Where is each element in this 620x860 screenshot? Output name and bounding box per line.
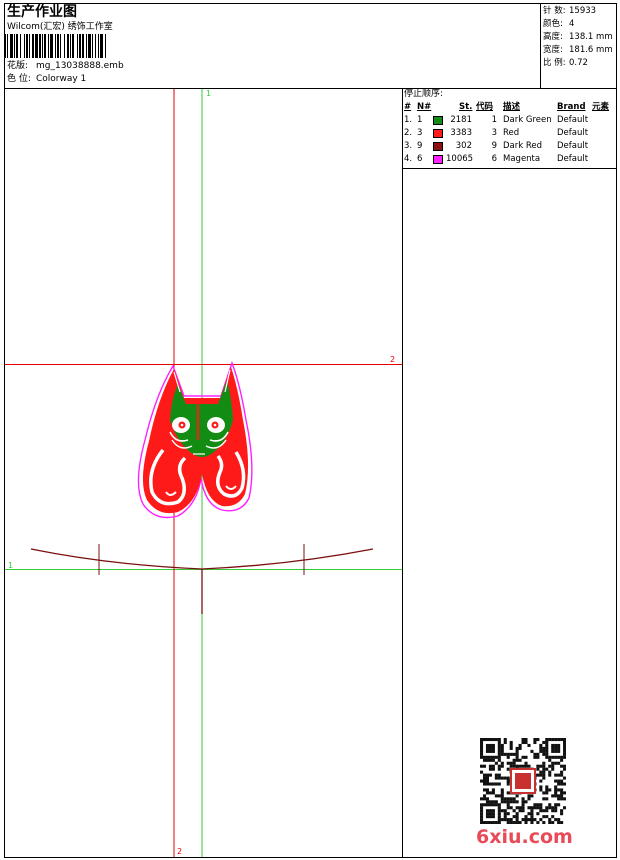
barcode <box>4 34 106 58</box>
scale-value: 0.72 <box>569 58 588 68</box>
row-n: 6 <box>417 154 423 164</box>
guide-label-green-top: 1 <box>206 89 212 98</box>
row-n: 3 <box>417 128 423 138</box>
table-row: 3. 9 302 9 Dark Red Default <box>402 140 617 152</box>
row-desc: Dark Green <box>503 115 552 125</box>
row-st: 10065 <box>446 154 474 164</box>
table-divider <box>402 168 617 169</box>
design-label: 花版: <box>7 61 29 71</box>
stop-sequence-title: 停止顺序: <box>404 89 444 99</box>
color-count-value: 4 <box>569 19 575 29</box>
col-n: N# <box>417 102 432 112</box>
width-label: 宽度: <box>543 45 563 55</box>
guide-label-green-left: 1 <box>8 561 14 570</box>
height-value: 138.1 mm <box>569 32 613 42</box>
color-count-label: 颜色: <box>543 19 563 29</box>
guide-label-red-right: 2 <box>390 355 396 364</box>
stats-divider <box>540 3 541 88</box>
row-brand: Default <box>557 141 589 151</box>
table-row: 2. 3 3383 3 Red Default <box>402 127 617 139</box>
col-element: 元素 <box>592 102 610 112</box>
row-desc: Magenta <box>503 154 541 164</box>
col-num: # <box>404 102 412 112</box>
table-row: 1. 1 2181 1 Dark Green Default <box>402 114 617 126</box>
height-label: 高度: <box>543 32 563 42</box>
width-value: 181.6 mm <box>569 45 613 55</box>
color-swatch <box>433 129 443 138</box>
stitch-count-value: 15933 <box>569 6 597 16</box>
stitch-count-label: 针 数: <box>543 6 566 16</box>
col-brand: Brand <box>557 102 586 112</box>
colorway-value: Colorway 1 <box>36 74 87 84</box>
row-st: 302 <box>455 141 472 151</box>
embroidery-design <box>137 360 253 519</box>
colorway-label: 色 位: <box>7 74 31 84</box>
row-num: 1. <box>404 115 413 125</box>
row-num: 3. <box>404 141 413 151</box>
row-num: 2. <box>404 128 413 138</box>
col-desc: 描述 <box>503 102 521 112</box>
row-code: 9 <box>491 141 497 151</box>
canvas-divider <box>402 88 403 858</box>
design-filename: mg_13038888.emb <box>36 61 124 71</box>
table-row: 4. 6 10065 6 Magenta Default <box>402 153 617 165</box>
row-n: 9 <box>417 141 423 151</box>
row-code: 3 <box>491 128 497 138</box>
row-code: 1 <box>491 115 497 125</box>
company-name: Wilcom(汇宏) 绣饰工作室 <box>7 22 113 32</box>
table-header: # N# St. 代码 描述 Brand 元素 <box>402 101 617 113</box>
guide-label-red-bottom: 2 <box>177 847 183 856</box>
row-code: 6 <box>491 154 497 164</box>
row-n: 1 <box>417 115 423 125</box>
row-brand: Default <box>557 154 589 164</box>
watermark-text: 6xiu.com <box>476 826 573 848</box>
row-brand: Default <box>557 115 589 125</box>
row-desc: Red <box>503 128 520 138</box>
row-brand: Default <box>557 128 589 138</box>
color-swatch <box>433 155 443 164</box>
row-st: 3383 <box>450 128 472 138</box>
seal-stamp <box>510 768 536 794</box>
color-swatch <box>433 142 443 151</box>
row-num: 4. <box>404 154 413 164</box>
color-swatch <box>433 116 443 125</box>
design-canvas <box>5 89 402 857</box>
row-desc: Dark Red <box>503 141 543 151</box>
stop-sequence-panel: 停止顺序: # N# St. 代码 描述 Brand 元素 1. 1 2181 … <box>402 89 617 168</box>
scale-label: 比 例: <box>543 58 566 68</box>
col-st: St. <box>459 102 473 112</box>
row-st: 2181 <box>450 115 472 125</box>
page-title: 生产作业图 <box>7 4 77 20</box>
col-code: 代码 <box>476 102 494 112</box>
